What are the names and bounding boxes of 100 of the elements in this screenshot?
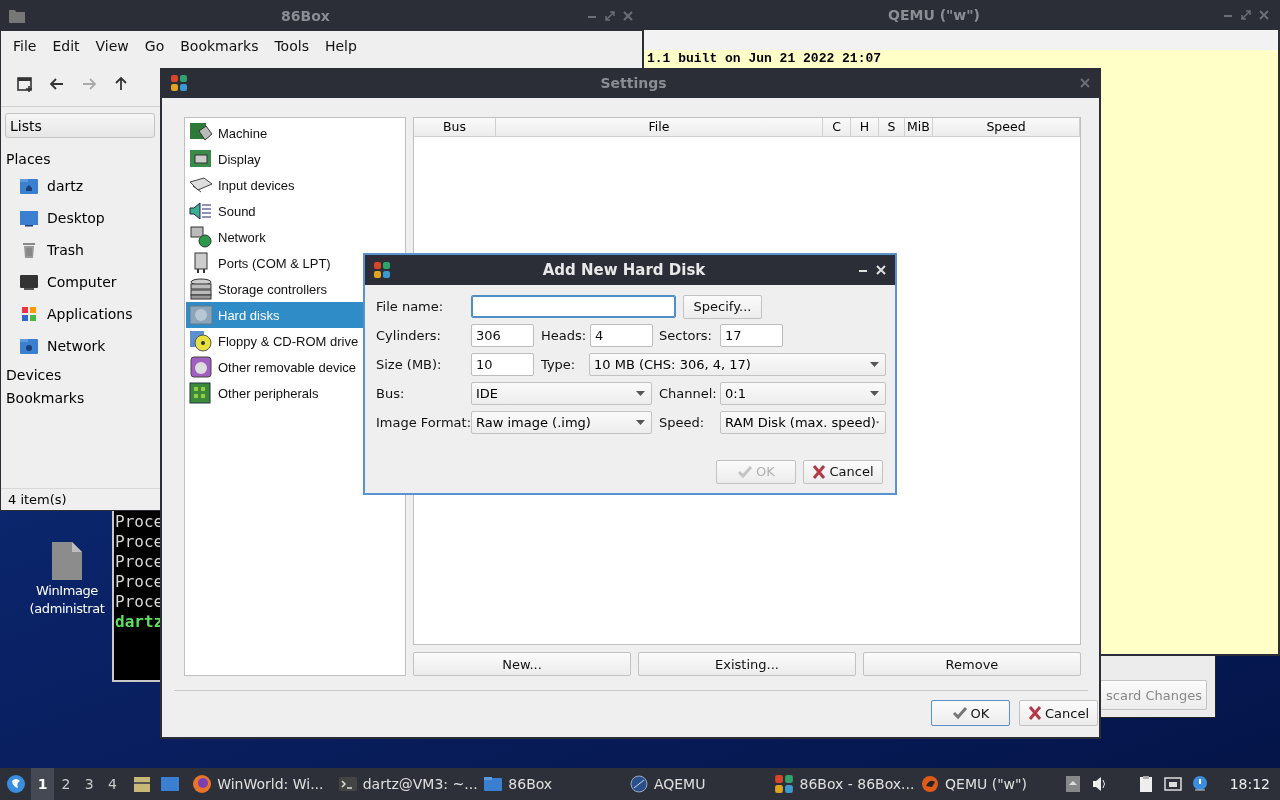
workspace-button[interactable]: 2: [54, 768, 78, 800]
cross-icon: [1027, 705, 1042, 721]
field-label: Heads:: [541, 328, 588, 343]
maximize-icon[interactable]: [1240, 9, 1252, 21]
cancel-button[interactable]: Cancel: [1019, 700, 1098, 726]
field-label: Channel:: [659, 386, 718, 401]
maximize-icon[interactable]: [604, 10, 616, 22]
menu-item[interactable]: Tools: [266, 38, 317, 54]
caret-icon: [870, 362, 879, 367]
app-logo-icon: [774, 774, 795, 794]
disk-action-button[interactable]: Existing...: [638, 652, 856, 676]
channel-dropdown[interactable]: 0:1: [720, 382, 886, 405]
sectors-field[interactable]: 17: [720, 324, 783, 347]
terminal-icon: [337, 774, 358, 794]
field-label: Size (MB):: [376, 357, 443, 372]
disk-action-button[interactable]: New...: [413, 652, 631, 676]
category-item[interactable]: Input devices: [186, 172, 405, 198]
category-item[interactable]: Display: [186, 146, 405, 172]
app-logo-icon: [170, 74, 188, 92]
ok-button[interactable]: OK: [931, 700, 1010, 726]
menu-item[interactable]: Go: [136, 38, 173, 54]
section-heading[interactable]: Bookmarks: [5, 387, 155, 410]
caret-icon: [875, 420, 879, 425]
check-icon: [737, 463, 754, 480]
window-icon[interactable]: [160, 774, 181, 794]
applications-icon: [19, 304, 39, 324]
specify-button[interactable]: Specify...: [683, 294, 762, 319]
side-pane-selector[interactable]: Lists: [5, 113, 155, 138]
taskbar-task[interactable]: QEMU ("w"): [918, 768, 1064, 800]
disk-action-button[interactable]: Remove: [863, 652, 1081, 676]
field-label: Sectors:: [659, 328, 713, 343]
folder-icon: [483, 774, 504, 794]
cancel-button[interactable]: Cancel: [803, 459, 883, 484]
field-label: Type:: [541, 357, 577, 372]
column-header[interactable]: S: [879, 118, 905, 137]
type-dropdown[interactable]: 10 MB (CHS: 306, 4, 17): [589, 353, 886, 376]
place-item[interactable]: Desktop: [47, 210, 105, 226]
window-title: Settings: [599, 75, 668, 91]
field-label: Image Format:: [376, 415, 471, 430]
place-item[interactable]: Network: [47, 338, 106, 354]
bus-dropdown[interactable]: IDE: [471, 382, 652, 405]
column-header[interactable]: C: [823, 118, 851, 137]
image-format-dropdown[interactable]: Raw image (.img): [471, 411, 652, 434]
network-folder-icon: [19, 336, 39, 356]
file-cabinet-icon[interactable]: [132, 774, 153, 794]
speed-dropdown[interactable]: RAM Disk (max. speed): [720, 411, 886, 434]
category-item[interactable]: Machine: [186, 120, 405, 146]
column-header[interactable]: File: [496, 118, 823, 137]
column-header[interactable]: Bus: [414, 118, 496, 137]
cylinders-field[interactable]: 306: [471, 324, 534, 347]
place-item[interactable]: dartz: [47, 178, 84, 194]
menu-item[interactable]: Bookmarks: [172, 38, 267, 54]
video-card-icon: [189, 148, 213, 170]
caret-icon: [636, 391, 645, 396]
computer-icon: [19, 272, 39, 292]
window-title: QEMU ("w"): [887, 7, 981, 23]
menu-item[interactable]: Edit: [44, 38, 88, 54]
desktop-icon: [19, 208, 39, 228]
cross-icon: [812, 463, 827, 480]
circuit-board-icon: [189, 382, 213, 404]
clock[interactable]: 18:12: [1229, 776, 1270, 792]
notification-icon[interactable]: [1190, 775, 1209, 793]
column-header[interactable]: Speed: [933, 118, 1080, 137]
desktop-icon-label: (administrat: [29, 600, 105, 618]
workspace-button[interactable]: 4: [100, 768, 125, 800]
category-item[interactable]: Network: [186, 224, 405, 250]
place-item[interactable]: Trash: [47, 242, 84, 258]
category-item[interactable]: Sound: [186, 198, 405, 224]
place-item[interactable]: Applications: [47, 306, 133, 322]
heads-field[interactable]: 4: [590, 324, 653, 347]
menu-item[interactable]: Help: [316, 38, 365, 54]
field-label: Speed:: [659, 415, 706, 430]
section-heading: Places: [5, 150, 52, 169]
column-header[interactable]: H: [851, 118, 879, 137]
workspace-button[interactable]: 3: [77, 768, 101, 800]
terminal-prompt: dartz: [115, 612, 165, 632]
place-item[interactable]: Computer: [47, 274, 117, 290]
workspace-button[interactable]: 1: [31, 768, 55, 800]
taskbar-task[interactable]: WinWorld: Wi...: [190, 768, 336, 800]
taskbar-task[interactable]: dartz@VM3: ~...: [335, 768, 482, 800]
menu-item[interactable]: File: [5, 38, 45, 54]
taskbar-task[interactable]: AQEMU: [626, 768, 773, 800]
start-menu-icon[interactable]: [5, 774, 26, 794]
field-label: Cylinders:: [376, 328, 442, 343]
console-text: 1.1 built on Jun 21 2022 21:07: [646, 51, 883, 66]
file-name-field[interactable]: [471, 295, 676, 318]
unknown-file-icon[interactable]: [50, 540, 84, 582]
size-field[interactable]: 10: [471, 353, 534, 376]
speaker-icon: [189, 200, 213, 222]
check-icon: [951, 705, 968, 721]
section-heading[interactable]: Devices: [5, 364, 155, 387]
desktop-icon-label: WinImage: [36, 582, 98, 600]
network-icon[interactable]: [1163, 775, 1182, 793]
taskbar-task[interactable]: 86Box: [481, 768, 627, 800]
taskbar-task[interactable]: 86Box - 86Box...: [772, 768, 919, 800]
disk-stack-icon: [189, 278, 213, 300]
menu-item[interactable]: View: [87, 38, 137, 54]
field-label: Bus:: [376, 386, 406, 401]
column-header[interactable]: MiB: [905, 118, 933, 137]
caret-icon: [636, 420, 645, 425]
